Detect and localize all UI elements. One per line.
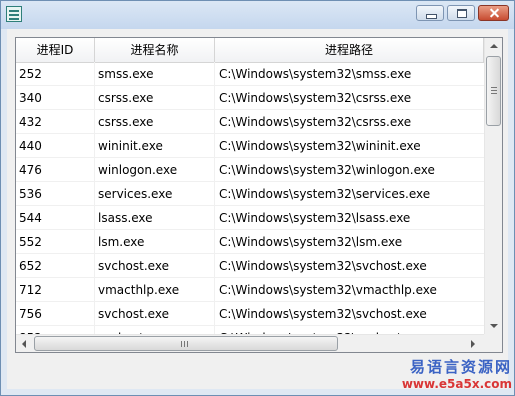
- scrollbar-corner: [484, 334, 502, 352]
- horizontal-scroll-thumb[interactable]: [34, 336, 338, 351]
- cell-name: vmacthlp.exe: [95, 278, 215, 302]
- cell-pid: 440: [16, 134, 95, 158]
- watermark-logo: 易语言资源网 www.e5a5x.com: [396, 358, 512, 394]
- cell-path: C:\Windows\system32\services.exe: [219, 187, 431, 201]
- cell-path: C:\Windows\system32\csrss.exe: [219, 91, 412, 105]
- table-row[interactable]: 432 csrss.exe C:\Windows\system32\csrss.ex…: [16, 110, 484, 134]
- process-list[interactable]: 进程ID 进程名称 进程路径 252 smss.exe C:\Windows\sys…: [15, 37, 503, 353]
- maximize-button[interactable]: [447, 5, 475, 21]
- cell-name: csrss.exe: [95, 110, 215, 134]
- cell-name: svchost.exe: [95, 254, 215, 278]
- horizontal-scrollbar[interactable]: [16, 334, 484, 352]
- list-body: 252 smss.exe C:\Windows\system32\smss.exe 3…: [16, 62, 484, 350]
- table-row[interactable]: 552 lsm.exe C:\Windows\system32\lsm.exe: [16, 230, 484, 254]
- cell-pid: 712: [16, 278, 95, 302]
- watermark-url: www.e5a5x.com: [401, 377, 512, 391]
- cell-pid: 476: [16, 158, 95, 182]
- cell-name: services.exe: [95, 182, 215, 206]
- grip-icon: [491, 87, 497, 88]
- scroll-up-arrow-icon[interactable]: [490, 44, 498, 48]
- cell-name: csrss.exe: [95, 86, 215, 110]
- table-row[interactable]: 536 services.exe C:\Windows\system32\servi…: [16, 182, 484, 206]
- cell-pid: 756: [16, 302, 95, 326]
- table-row[interactable]: 652 svchost.exe C:\Windows\system32\svchos…: [16, 254, 484, 278]
- scroll-right-arrow-icon[interactable]: [471, 340, 475, 348]
- cell-name: svchost.exe: [95, 302, 215, 326]
- cell-path: C:\Windows\system32\svchost.exe: [219, 259, 427, 273]
- table-row[interactable]: 476 winlogon.exe C:\Windows\system32\winlo…: [16, 158, 484, 182]
- scroll-down-arrow-icon[interactable]: [490, 324, 498, 328]
- cell-path: C:\Windows\system32\smss.exe: [219, 67, 412, 81]
- cell-name: winlogon.exe: [95, 158, 215, 182]
- column-header-name[interactable]: 进程名称: [95, 38, 215, 62]
- cell-path: C:\Windows\system32\vmacthlp.exe: [219, 283, 437, 297]
- vertical-scrollbar[interactable]: [484, 38, 502, 334]
- cell-pid: 252: [16, 62, 95, 86]
- cell-path: C:\Windows\system32\wininit.exe: [219, 139, 421, 153]
- cell-path: C:\Windows\system32\csrss.exe: [219, 115, 412, 129]
- table-row[interactable]: 340 csrss.exe C:\Windows\system32\csrss.ex…: [16, 86, 484, 110]
- window-client-area: 进程ID 进程名称 进程路径 252 smss.exe C:\Windows\sys…: [7, 29, 512, 391]
- cell-pid: 544: [16, 206, 95, 230]
- cell-path: C:\Windows\system32\lsm.exe: [219, 235, 403, 249]
- app-icon[interactable]: [6, 6, 22, 22]
- cell-pid: 340: [16, 86, 95, 110]
- cell-pid: 432: [16, 110, 95, 134]
- title-bar[interactable]: [1, 1, 514, 29]
- column-header-pid[interactable]: 进程ID: [16, 38, 95, 62]
- table-row[interactable]: 712 vmacthlp.exe C:\Windows\system32\vmact…: [16, 278, 484, 302]
- cell-name: lsass.exe: [95, 206, 215, 230]
- cell-name: wininit.exe: [95, 134, 215, 158]
- cell-path: C:\Windows\system32\svchost.exe: [219, 307, 427, 321]
- table-row[interactable]: 440 wininit.exe C:\Windows\system32\winini…: [16, 134, 484, 158]
- table-row[interactable]: 252 smss.exe C:\Windows\system32\smss.exe: [16, 62, 484, 86]
- table-row[interactable]: 544 lsass.exe C:\Windows\system32\lsass.ex…: [16, 206, 484, 230]
- watermark-text: 易语言资源网: [409, 358, 512, 376]
- vertical-scroll-thumb[interactable]: [486, 56, 501, 126]
- cell-path: C:\Windows\system32\winlogon.exe: [219, 163, 435, 177]
- table-row[interactable]: 756 svchost.exe C:\Windows\system32\svchos…: [16, 302, 484, 326]
- grip-icon: [181, 341, 182, 347]
- app-window: 进程ID 进程名称 进程路径 252 smss.exe C:\Windows\sys…: [0, 0, 515, 396]
- close-button[interactable]: [478, 5, 509, 21]
- column-header-path[interactable]: 进程路径: [215, 38, 484, 62]
- list-header: 进程ID 进程名称 进程路径: [16, 38, 484, 63]
- cell-pid: 552: [16, 230, 95, 254]
- scroll-left-arrow-icon[interactable]: [22, 340, 26, 348]
- cell-name: lsm.exe: [95, 230, 215, 254]
- minimize-button[interactable]: [416, 5, 444, 21]
- cell-pid: 536: [16, 182, 95, 206]
- cell-name: smss.exe: [95, 62, 215, 86]
- cell-pid: 652: [16, 254, 95, 278]
- cell-path: C:\Windows\system32\lsass.exe: [219, 211, 411, 225]
